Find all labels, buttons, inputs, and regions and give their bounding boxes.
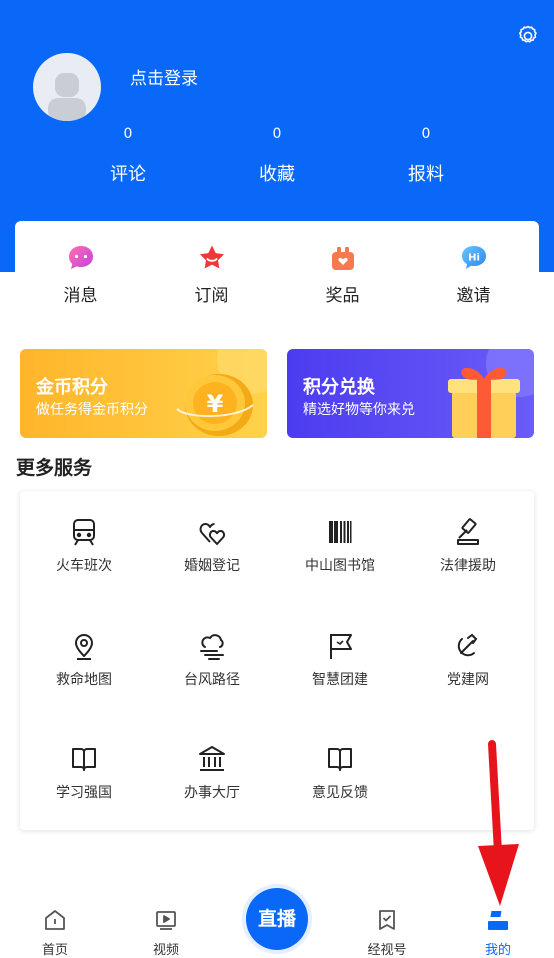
quick-action-label: 消息 <box>63 286 98 306</box>
service-label: 火车班次 <box>56 558 112 574</box>
quick-actions-card: 消息 订阅 奖品 Hi 邀请 <box>15 221 539 319</box>
gear-icon[interactable] <box>516 24 540 48</box>
tab-home[interactable]: 首页 <box>10 902 100 958</box>
star-icon <box>199 245 224 269</box>
section-title: 更多服务 <box>16 457 93 479</box>
gift-box-icon <box>331 247 354 270</box>
map-pin-icon <box>75 634 93 660</box>
service-label: 法律援助 <box>440 558 496 574</box>
hearts-icon <box>199 523 226 545</box>
hi-bubble-icon: Hi <box>461 246 486 269</box>
books-icon <box>329 521 352 543</box>
svg-text:¥: ¥ <box>207 390 224 418</box>
service-label: 意见反馈 <box>312 785 368 801</box>
typhoon-cloud-icon <box>200 634 224 660</box>
tab-label: 视频 <box>152 943 179 958</box>
banner-subtitle: 做任务得金币积分 <box>36 402 148 418</box>
service-typhoon-path[interactable]: 台风路径 <box>148 631 276 731</box>
service-label: 办事大厅 <box>184 785 240 801</box>
gift-present-icon <box>448 349 534 438</box>
stat-value: 0 <box>272 126 282 142</box>
services-grid: 火车班次 婚姻登记 中山图书馆 法律援助 救命地图 台风路径 智慧团建 党建网 … <box>20 491 534 830</box>
stat-favorites[interactable]: 0 收藏 <box>217 126 337 186</box>
video-icon <box>156 911 176 930</box>
tab-jingshihao[interactable]: 经视号 <box>342 902 432 958</box>
service-label: 学习强国 <box>56 785 112 801</box>
service-feedback[interactable]: 意见反馈 <box>276 744 404 844</box>
service-smart-league[interactable]: 智慧团建 <box>276 631 404 731</box>
points-exchange-banner[interactable]: 积分兑换 精选好物等你来兑 <box>287 349 534 438</box>
gavel-icon <box>457 518 479 545</box>
stat-label: 报料 <box>408 164 444 185</box>
home-icon <box>45 910 65 930</box>
avatar[interactable] <box>33 53 101 121</box>
service-label: 党建网 <box>447 672 489 688</box>
service-marriage-registration[interactable]: 婚姻登记 <box>148 517 276 617</box>
quick-action-label: 邀请 <box>456 286 491 306</box>
quick-action-message[interactable]: 消息 <box>15 221 146 319</box>
stat-label: 收藏 <box>259 164 295 185</box>
quick-action-label: 订阅 <box>194 286 229 306</box>
service-legal-aid[interactable]: 法律援助 <box>404 517 532 617</box>
tab-label: 我的 <box>484 943 511 958</box>
train-icon <box>73 519 95 546</box>
tab-label: 首页 <box>41 943 68 958</box>
live-button[interactable]: 直播 <box>246 888 308 950</box>
quick-action-label: 奖品 <box>325 286 360 306</box>
service-label: 智慧团建 <box>312 672 368 688</box>
tab-label: 经视号 <box>367 943 407 958</box>
default-avatar-icon <box>48 73 86 121</box>
gold-coin-icon: ¥ <box>176 349 267 436</box>
flag-icon <box>330 634 352 659</box>
quick-action-subscribe[interactable]: 订阅 <box>146 221 277 319</box>
stat-value: 0 <box>123 126 133 142</box>
banner-title: 积分兑换 <box>303 377 375 398</box>
service-label: 救命地图 <box>56 672 112 688</box>
quick-action-invite[interactable]: Hi 邀请 <box>408 221 539 319</box>
government-building-icon <box>199 746 225 771</box>
feedback-book-icon <box>328 748 352 771</box>
service-label: 中山图书馆 <box>305 558 375 574</box>
banner-subtitle: 精选好物等你来兑 <box>303 402 415 418</box>
red-arrow-annotation <box>478 740 519 906</box>
stat-reports[interactable]: 0 报料 <box>366 126 486 186</box>
coins-points-banner[interactable]: ¥ 金币积分 做任务得金币积分 <box>20 349 267 438</box>
svg-text:Hi: Hi <box>468 253 480 264</box>
service-rescue-map[interactable]: 救命地图 <box>20 631 148 731</box>
message-icon <box>68 246 93 269</box>
service-xuexi-qiangguo[interactable]: 学习强国 <box>20 744 148 844</box>
service-train-schedule[interactable]: 火车班次 <box>20 517 148 617</box>
login-link[interactable]: 点击登录 <box>130 64 198 89</box>
service-zhongshan-library[interactable]: 中山图书馆 <box>276 517 404 617</box>
tab-video[interactable]: 视频 <box>121 902 211 958</box>
stat-comments[interactable]: 0 评论 <box>68 126 188 186</box>
service-party-building[interactable]: 党建网 <box>404 631 532 731</box>
profile-icon <box>488 911 508 930</box>
hammer-sickle-icon <box>457 633 478 657</box>
tab-mine[interactable]: 我的 <box>453 902 543 958</box>
service-service-hall[interactable]: 办事大厅 <box>148 744 276 844</box>
service-label: 台风路径 <box>184 672 240 688</box>
bookmark-check-icon <box>379 910 395 930</box>
banner-title: 金币积分 <box>36 377 108 398</box>
stat-value: 0 <box>421 126 431 142</box>
service-label: 婚姻登记 <box>184 558 240 574</box>
stat-label: 评论 <box>110 164 146 185</box>
open-book-icon <box>72 748 96 771</box>
quick-action-prizes[interactable]: 奖品 <box>277 221 408 319</box>
